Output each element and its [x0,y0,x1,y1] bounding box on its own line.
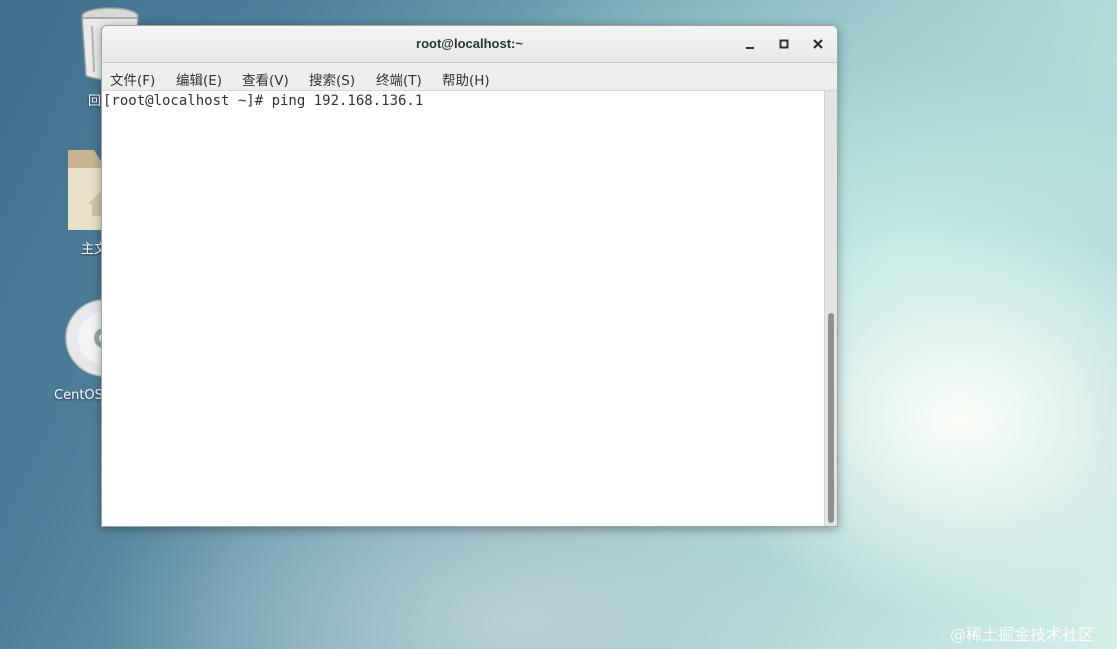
minimize-button[interactable] [739,34,761,54]
desktop-icon-label: CentOS [54,388,103,403]
menu-view[interactable]: 查看(V) [242,69,289,89]
maximize-button[interactable] [773,34,795,54]
menu-file[interactable]: 文件(F) [110,69,155,89]
terminal-output[interactable]: [root@localhost ~]# ping 192.168.136.1 [102,91,824,526]
desktop-icon-label: 回 [88,94,102,109]
desktop: 回 主文 CentOS root@localhost:~ 文件(F) 编辑(E)… [0,0,1117,649]
menu-terminal[interactable]: 终端(T) [376,69,422,89]
maximize-icon [779,39,789,49]
window-title: root@localhost:~ [416,36,523,51]
watermark: @稀土掘金技术社区 [950,625,1095,644]
close-button[interactable] [807,34,829,54]
window-titlebar[interactable]: root@localhost:~ [102,26,837,63]
terminal-command-line: [root@localhost ~]# ping 192.168.136.1 [103,93,424,109]
menu-edit[interactable]: 编辑(E) [176,69,222,89]
scrollbar-thumb[interactable] [828,313,834,523]
terminal-window: root@localhost:~ 文件(F) 编辑(E) 查看(V) 搜索(S)… [101,25,838,527]
scrollbar[interactable] [824,91,837,526]
close-icon [813,39,823,49]
minimize-icon [746,47,754,49]
menu-help[interactable]: 帮助(H) [442,69,490,89]
menubar: 文件(F) 编辑(E) 查看(V) 搜索(S) 终端(T) 帮助(H) [102,63,837,91]
menu-search[interactable]: 搜索(S) [309,69,355,89]
